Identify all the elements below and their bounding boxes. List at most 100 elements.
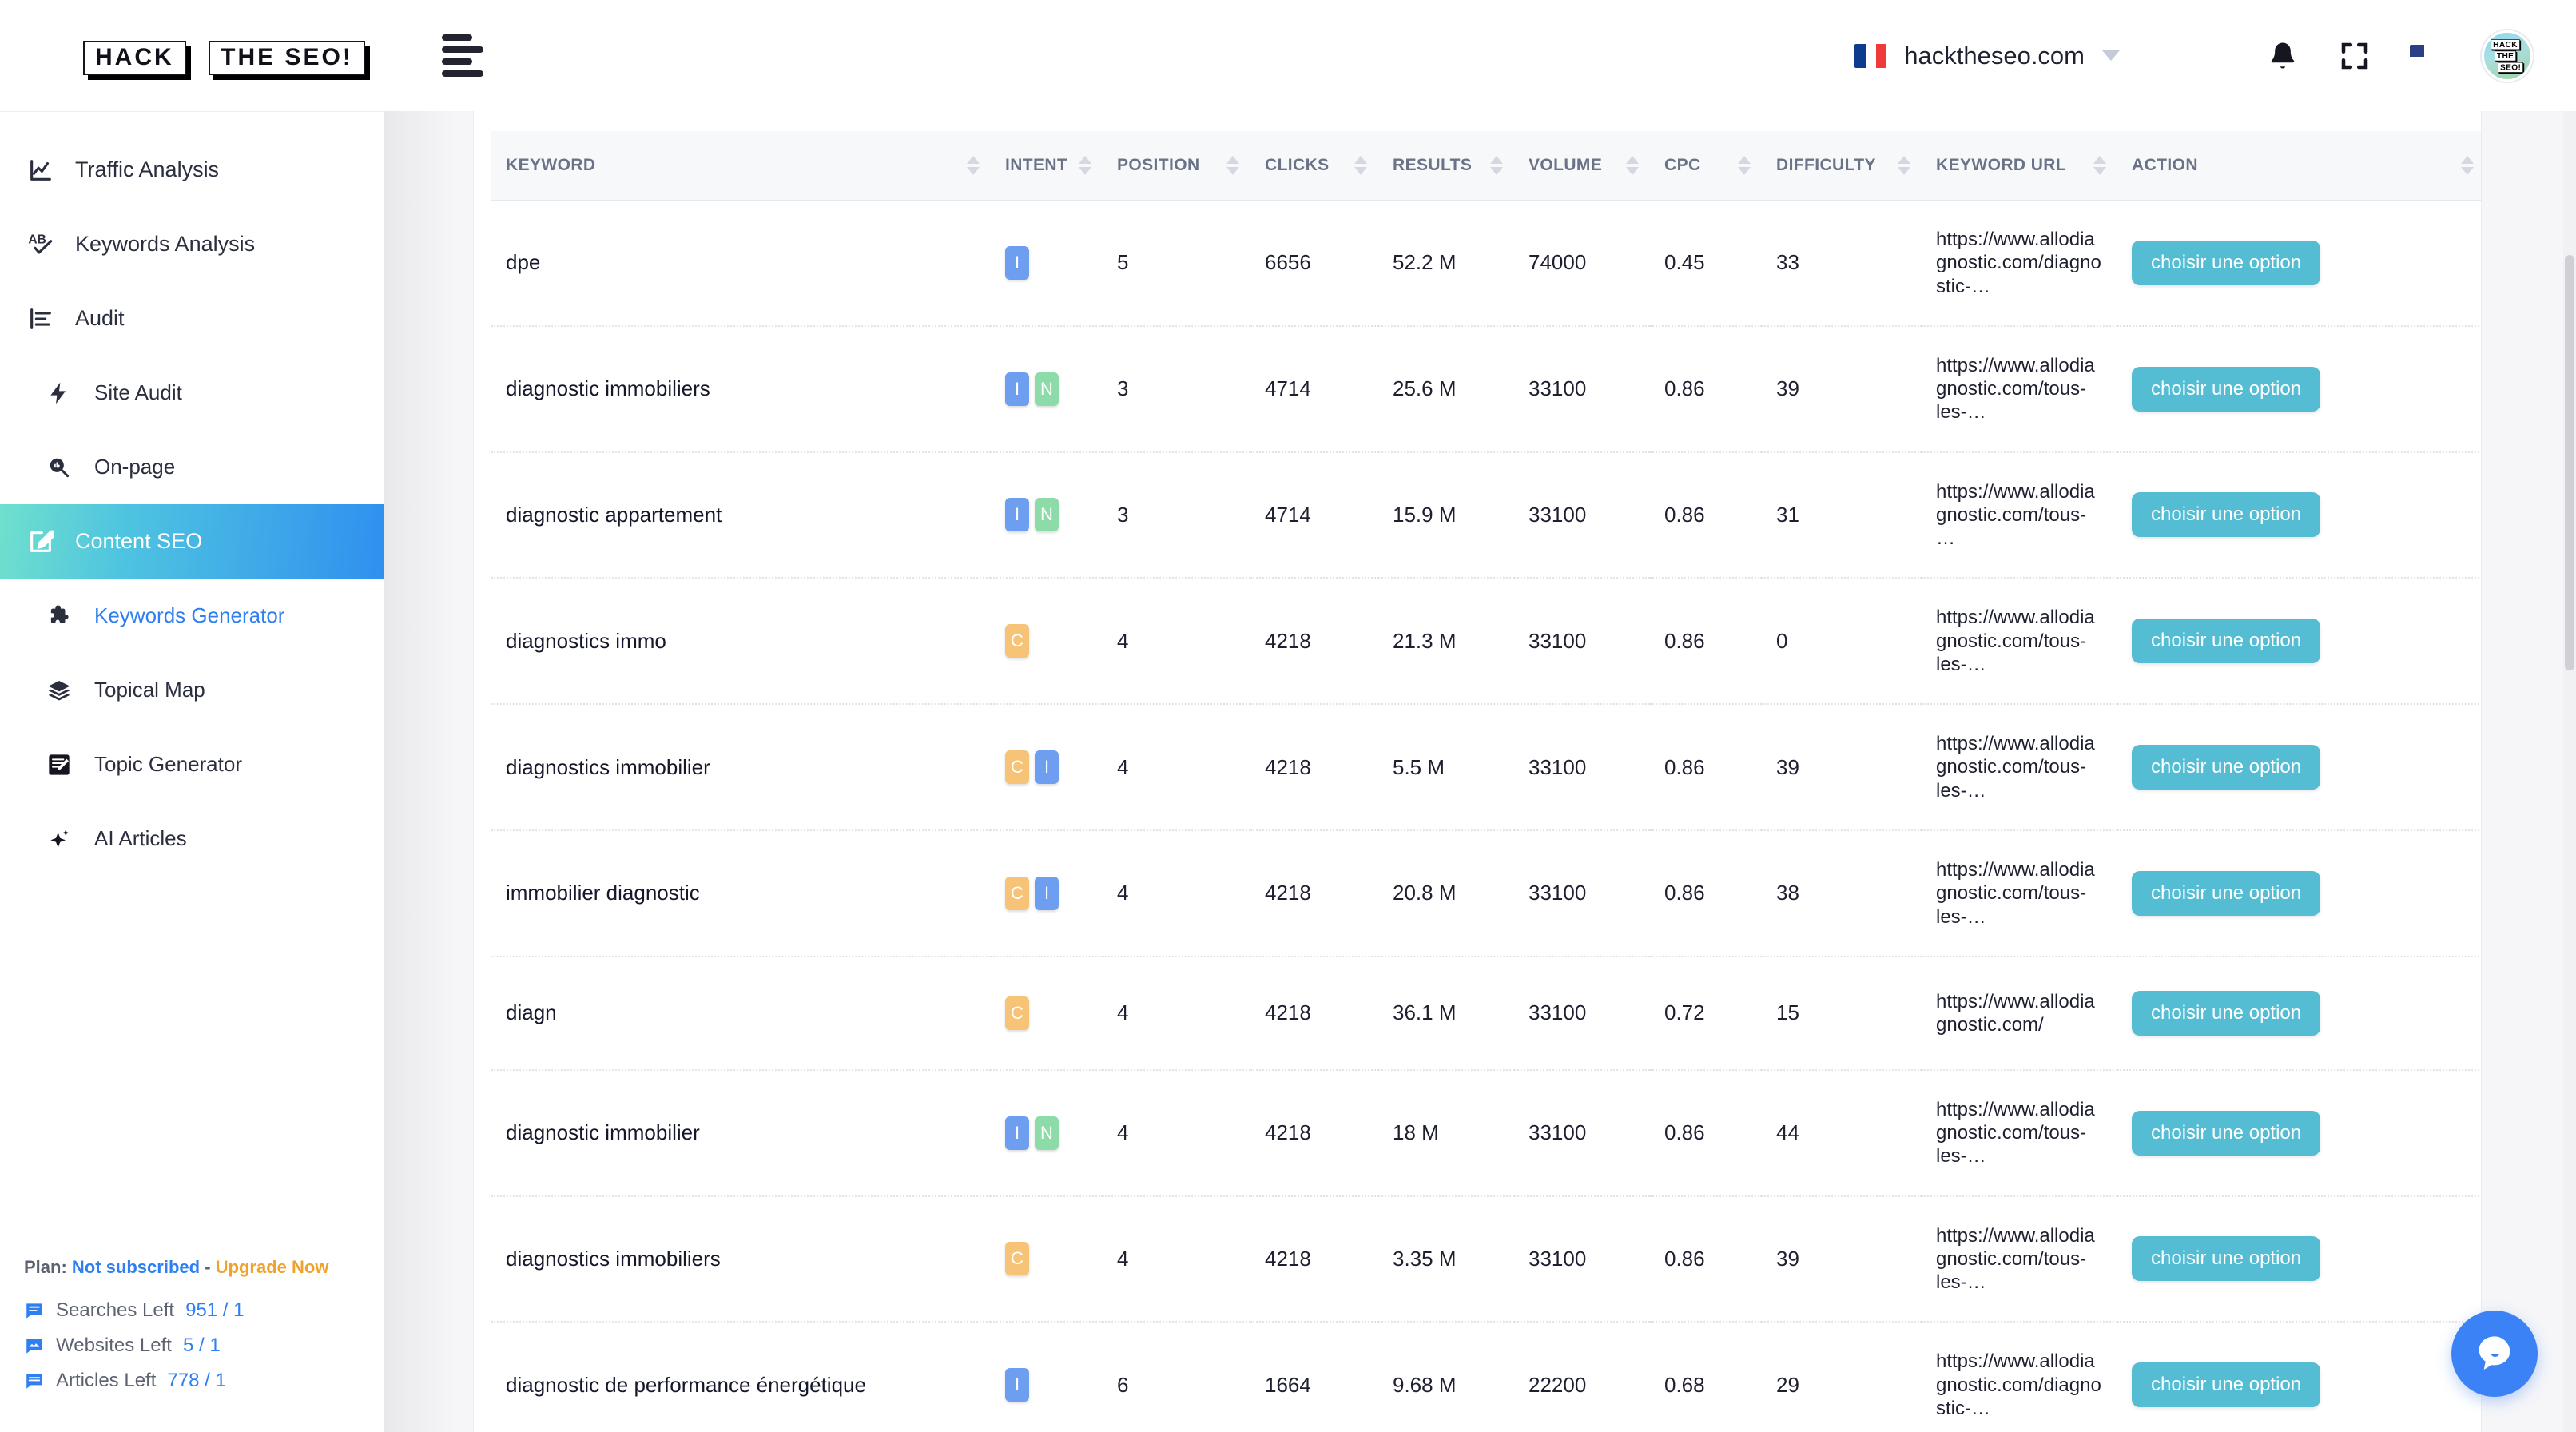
quota-websites-left: Websites Left 5 / 1 [24,1335,384,1357]
cell-volume: 33100 [1514,704,1650,831]
cell-intent: IN [991,325,1103,453]
sort-icon[interactable] [967,156,980,175]
sort-icon[interactable] [1490,156,1503,175]
choose-option-button[interactable]: choisir une option [2132,990,2321,1036]
sidebar-item-label: On-page [94,455,176,479]
sidebar-item-label: Audit [75,306,125,330]
sidebar-item-keywords-analysis[interactable]: AB Keywords Analysis [0,207,384,281]
sidebar-item-traffic-analysis[interactable]: Traffic Analysis [0,133,384,207]
app-logo[interactable]: HACK THE SEO! [0,0,384,111]
cell-position: 3 [1103,325,1250,453]
table-scroll-area[interactable]: KEYWORD INTENT POSITION CLICKS RESULTS V… [474,111,2481,1432]
cell-keyword: diagnostic de performance énergétique [491,1322,991,1432]
cell-difficulty: 38 [1762,829,1922,957]
upgrade-now-link[interactable]: Upgrade Now [216,1257,329,1277]
cell-keyword-url: https://www.allodiagnostic.com/tous-les-… [1922,1069,2117,1197]
cell-keyword: diagnostic immobiliers [491,325,991,453]
column-header-keyword[interactable]: KEYWORD [491,131,991,201]
choose-option-button[interactable]: choisir une option [2132,745,2321,790]
cell-keyword: diagnostics immo [491,578,991,706]
site-selector[interactable]: hacktheseo.com [1854,42,2120,70]
column-label: KEYWORD URL [1936,156,2067,174]
sidebar-item-content-seo[interactable]: Content SEO [0,504,384,579]
cell-keyword-url: https://www.allodiagnostic.com/tous-les-… [1922,829,2117,957]
cell-cpc: 0.86 [1650,325,1762,453]
chart-line-icon [27,157,69,184]
sidebar-nav: Traffic Analysis AB Keywords Analysis Au… [0,112,384,876]
sort-icon[interactable] [1079,156,1091,175]
status-badge: I [1035,750,1059,785]
choose-option-button[interactable]: choisir une option [2132,240,2321,285]
cell-volume: 33100 [1514,325,1650,453]
table-row: diagnostic de performance énergétique I 6 1… [491,1322,2481,1432]
flag-united-states-icon[interactable] [2410,44,2443,67]
sidebar-item-topical-map[interactable]: Topical Map [0,653,384,727]
sidebar-item-label: Content SEO [75,529,203,553]
cell-action: choisir une option [2117,956,2481,1071]
cell-intent: C [991,956,1103,1071]
sort-icon[interactable] [1898,156,1910,175]
column-header-position[interactable]: POSITION [1103,131,1250,201]
quota-label: Websites Left [56,1335,172,1356]
cell-cpc: 0.86 [1650,451,1762,579]
sidebar-item-on-page[interactable]: On-page [0,430,384,504]
intent-badges: C [1005,624,1103,658]
cell-keyword-url: https://www.allodiagnostic.com/tous-les-… [1922,1195,2117,1323]
quota-label: Articles Left [56,1370,157,1391]
fullscreen-icon[interactable] [2338,39,2371,73]
cell-action: choisir une option [2117,1322,2481,1432]
hamburger-icon[interactable] [442,34,483,77]
avatar[interactable]: HACK THE SEO! [2482,30,2533,82]
table-row: diagnostics immobilier C I 4 4218 5.5 M 33100 0… [491,704,2481,831]
sidebar-item-keywords-generator[interactable]: Keywords Generator [0,579,384,653]
status-badge: N [1035,498,1059,532]
sidebar-item-site-audit[interactable]: Site Audit [0,356,384,430]
column-header-keyword-url[interactable]: KEYWORD URL [1922,131,2117,201]
sparkles-icon [46,826,88,852]
avatar-logo: HACK THE SEO! [2491,38,2524,73]
choose-option-button[interactable]: choisir une option [2132,1110,2321,1156]
sidebar-item-label: AI Articles [94,826,187,850]
column-header-difficulty[interactable]: DIFFICULTY [1762,131,1922,201]
column-label: CLICKS [1265,156,1330,174]
vertical-scrollbar[interactable] [2563,111,2576,1432]
column-header-cpc[interactable]: CPC [1650,131,1762,201]
column-header-volume[interactable]: VOLUME [1514,131,1650,201]
chat-widget-button[interactable] [2451,1311,2538,1397]
cell-keyword-url: https://www.allodiagnostic.com/tous-les-… [1922,325,2117,453]
sidebar-item-label: Topic Generator [94,752,242,776]
choose-option-button[interactable]: choisir une option [2132,1362,2321,1408]
cell-difficulty: 39 [1762,1195,1922,1323]
cell-keyword: diagnostics immobilier [491,704,991,831]
cell-volume: 22200 [1514,1322,1650,1432]
sort-icon[interactable] [2093,156,2106,175]
sidebar-item-audit[interactable]: Audit [0,281,384,356]
sort-icon[interactable] [1354,156,1367,175]
column-header-intent[interactable]: INTENT [991,131,1103,201]
choose-option-button[interactable]: choisir une option [2132,366,2321,412]
table-row: diagnostics immo C 4 4218 21.3 M 33100 0.86 0 ht… [491,578,2481,706]
column-header-results[interactable]: RESULTS [1378,131,1514,201]
plan-status: Not subscribed [71,1257,201,1277]
cell-results: 36.1 M [1378,956,1514,1071]
choose-option-button[interactable]: choisir une option [2132,1236,2321,1282]
sort-icon[interactable] [1738,156,1751,175]
cell-position: 3 [1103,451,1250,579]
column-header-clicks[interactable]: CLICKS [1250,131,1378,201]
cell-volume: 33100 [1514,578,1650,706]
sidebar-item-ai-articles[interactable]: AI Articles [0,802,384,876]
sort-icon[interactable] [2461,156,2474,175]
quota-value: 778 / 1 [167,1370,226,1391]
column-header-action[interactable]: ACTION [2117,131,2481,201]
column-label: ACTION [2132,156,2198,174]
sidebar-item-topic-generator[interactable]: Topic Generator [0,727,384,802]
choose-option-button[interactable]: choisir une option [2132,619,2321,664]
cell-difficulty: 0 [1762,578,1922,706]
cell-volume: 33100 [1514,451,1650,579]
choose-option-button[interactable]: choisir une option [2132,870,2321,916]
choose-option-button[interactable]: choisir une option [2132,492,2321,538]
sort-icon[interactable] [1226,156,1239,175]
bell-icon[interactable] [2266,39,2300,73]
sort-icon[interactable] [1626,156,1639,175]
scrollbar-thumb[interactable] [2565,255,2574,670]
